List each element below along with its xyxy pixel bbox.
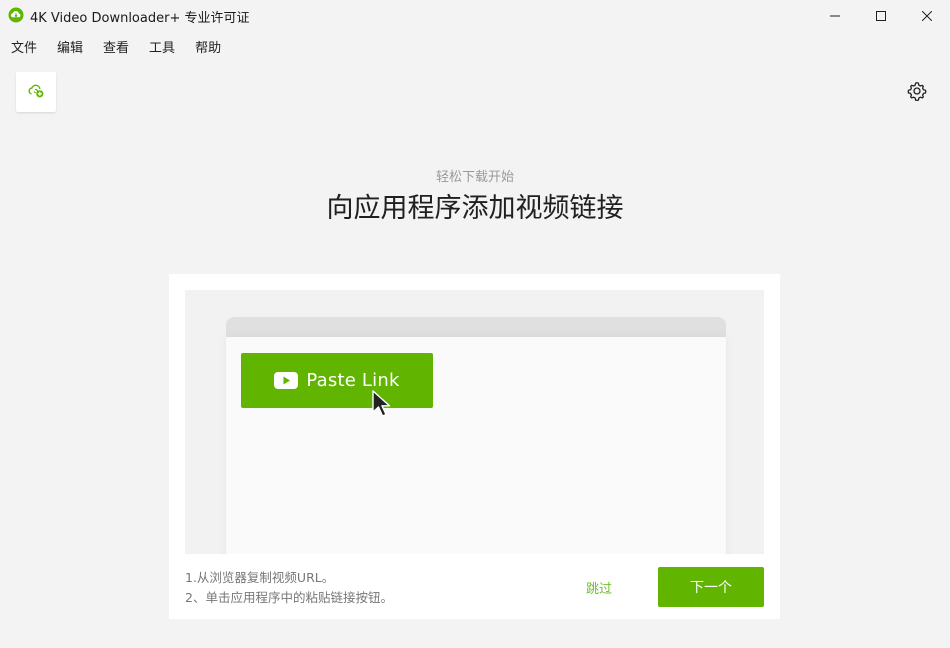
menu-file[interactable]: 文件	[11, 33, 37, 59]
minimize-button[interactable]	[812, 0, 858, 30]
browser-tab-bar	[226, 317, 726, 337]
instruction-step-1: 1.从浏览器复制视频URL。	[185, 570, 335, 585]
youtube-icon	[274, 372, 299, 389]
menu-bar: 文件 编辑 查看 工具 帮助	[0, 33, 230, 59]
menu-tools[interactable]: 工具	[149, 33, 175, 59]
paste-link-illustration: Paste Link	[185, 290, 764, 554]
menu-edit[interactable]: 编辑	[57, 33, 83, 59]
skip-button[interactable]: 跳过	[586, 578, 612, 597]
maximize-icon	[876, 6, 886, 25]
menu-view[interactable]: 查看	[103, 33, 129, 59]
minimize-icon	[830, 6, 840, 25]
onboarding-subtitle: 轻松下载开始	[435, 170, 514, 185]
close-icon	[921, 6, 933, 25]
paste-link-button-illustration: Paste Link	[241, 353, 433, 408]
settings-button[interactable]	[906, 82, 928, 104]
maximize-button[interactable]	[858, 0, 904, 30]
instruction-steps: 1.从浏览器复制视频URL。 2、单击应用程序中的粘贴链接按钮。	[185, 568, 393, 608]
add-link-button[interactable]	[16, 72, 56, 112]
app-logo-icon	[8, 7, 24, 23]
window-title: 4K Video Downloader+ 专业许可证	[30, 11, 250, 26]
onboarding-card: Paste Link 1.从浏览器复制视频URL。 2、单击应用程序中的粘贴链接…	[169, 274, 780, 619]
next-button[interactable]: 下一个	[658, 567, 764, 607]
add-link-icon	[27, 81, 45, 103]
title-bar: 4K Video Downloader+ 专业许可证	[0, 0, 950, 30]
onboarding-heading: 向应用程序添加视频链接	[326, 193, 624, 224]
paste-link-label: Paste Link	[306, 370, 400, 391]
close-button[interactable]	[904, 0, 950, 30]
menu-help[interactable]: 帮助	[195, 33, 221, 59]
gear-icon	[907, 81, 927, 105]
instruction-step-2: 2、单击应用程序中的粘贴链接按钮。	[185, 590, 393, 605]
mouse-cursor-icon	[371, 390, 395, 420]
